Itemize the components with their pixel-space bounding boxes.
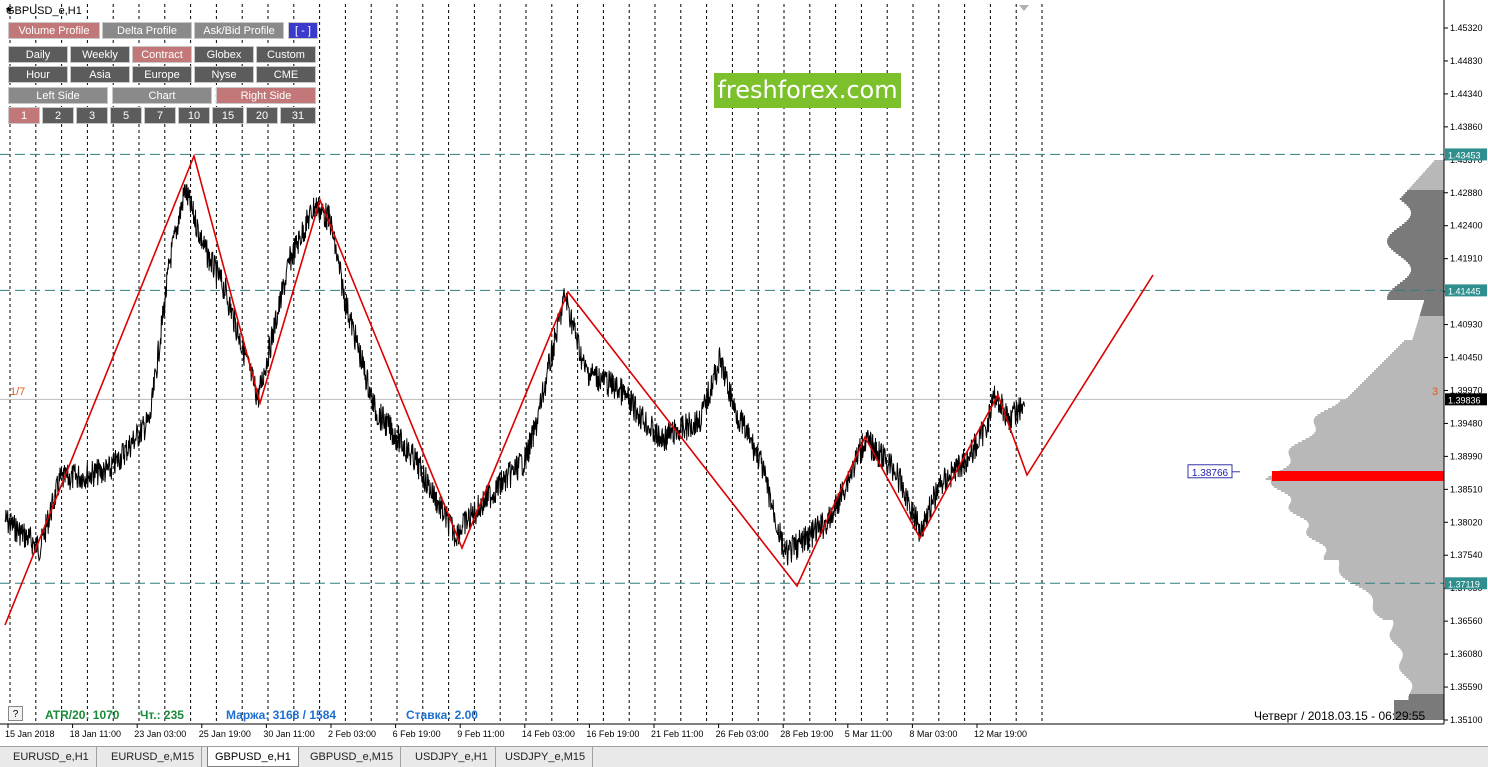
panel-button-right-side[interactable]: Right Side [216, 87, 316, 104]
time-tick-label: 8 Mar 03:00 [909, 729, 957, 739]
time-tick-label: 28 Feb 19:00 [780, 729, 833, 739]
chart-tab-eurusd-e-m15[interactable]: EURUSD_e,M15 [104, 747, 203, 767]
price-tick-label: 1.39480 [1450, 418, 1483, 428]
time-tick-label: 18 Jan 11:00 [70, 729, 121, 739]
panel-button-left-side[interactable]: Left Side [8, 87, 108, 104]
panel-button-volume-profile[interactable]: Volume Profile [8, 22, 100, 39]
time-tick-label: 15 Jan 2018 [5, 729, 55, 739]
time-tick-label: 6 Feb 19:00 [393, 729, 441, 739]
price-tick-label: 1.42880 [1450, 188, 1483, 198]
price-tick-label: 1.37540 [1450, 550, 1483, 560]
count-label: 3 [1432, 386, 1439, 398]
time-tick-label: 26 Feb 03:00 [716, 729, 769, 739]
price-tick-label: 1.36080 [1450, 649, 1483, 659]
time-tick-label: 5 Mar 11:00 [845, 729, 892, 739]
price-tag-label: 1.41445 [1448, 286, 1481, 296]
rate-stat: Ставка: 2.00 [406, 708, 478, 722]
panel-button-daily[interactable]: Daily [8, 46, 68, 63]
brand-logo: freshforex.com [714, 73, 901, 108]
panel-button-europe[interactable]: Europe [132, 66, 192, 83]
price-tick-label: 1.40450 [1450, 353, 1483, 363]
atr-stat: ATR/20: 1070 [45, 708, 120, 722]
chart-tab-eurusd-e-h1[interactable]: EURUSD_e,H1 [6, 747, 97, 767]
chart-tabs: EURUSD_e,H1 EURUSD_e,M15 GBPUSD_e,H1 GBPUSD… [0, 746, 1488, 767]
price-tick-label: 1.35590 [1450, 682, 1483, 692]
price-tick-label: 1.44340 [1450, 89, 1483, 99]
datetime-readout: Четверг / 2018.03.15 - 06:29:55 [1254, 709, 1426, 723]
panel-button-cme[interactable]: CME [256, 66, 316, 83]
price-tick-label: 1.41910 [1450, 254, 1483, 264]
panel-button-1[interactable]: 1 [8, 107, 40, 124]
price-tick-label: 1.38990 [1450, 451, 1483, 461]
chart-tab-gbpusd-e-h1[interactable]: GBPUSD_e,H1 [207, 747, 299, 767]
time-tick-label: 2 Feb 03:00 [328, 729, 376, 739]
panel-button-10[interactable]: 10 [178, 107, 210, 124]
panel-button-20[interactable]: 20 [246, 107, 278, 124]
price-line [4, 184, 1025, 566]
chart-tab-usdjpy-e-h1[interactable]: USDJPY_e,H1 [408, 747, 496, 767]
time-tick-label: 14 Feb 03:00 [522, 729, 575, 739]
panel-button-chart[interactable]: Chart [112, 87, 212, 104]
time-tick-label: 12 Mar 19:00 [974, 729, 1027, 739]
price-tick-label: 1.45320 [1450, 23, 1483, 33]
margin-stat: Маржа: 3168 / 1584 [226, 708, 337, 722]
price-tick-label: 1.35100 [1450, 715, 1483, 725]
time-tick-label: 9 Feb 11:00 [457, 729, 504, 739]
panel-button-asia[interactable]: Asia [70, 66, 130, 83]
price-tick-label: 1.38510 [1450, 484, 1483, 494]
panel-button-ask-bid-profile[interactable]: Ask/Bid Profile [194, 22, 284, 39]
panel-button-globex[interactable]: Globex [194, 46, 254, 63]
chart-tab-usdjpy-e-m15[interactable]: USDJPY_e,M15 [498, 747, 594, 767]
panel-button-7[interactable]: 7 [144, 107, 176, 124]
panel-button-[interactable]: [ - ] [288, 22, 318, 39]
panel-button-3[interactable]: 3 [76, 107, 108, 124]
price-tag-label: 1.37119 [1448, 579, 1480, 589]
panel-button-5[interactable]: 5 [110, 107, 142, 124]
price-tag-label: 1.43453 [1448, 150, 1481, 160]
time-tick-label: 23 Jan 03:00 [134, 729, 186, 739]
time-tick-label: 21 Feb 11:00 [651, 729, 703, 739]
help-button[interactable]: ? [8, 706, 23, 721]
chart-tab-gbpusd-e-m15[interactable]: GBPUSD_e,M15 [303, 747, 402, 767]
price-tick-label: 1.40930 [1450, 320, 1483, 330]
window-title: GBPUSD_e,H1 [6, 5, 82, 17]
panel-button-hour[interactable]: Hour [8, 66, 68, 83]
price-tick-label: 1.42400 [1450, 221, 1483, 231]
panel-button-15[interactable]: 15 [212, 107, 244, 124]
panel-button-2[interactable]: 2 [42, 107, 74, 124]
volume-profile [1265, 160, 1444, 720]
panel-button-31[interactable]: 31 [280, 107, 316, 124]
price-tick-label: 1.43860 [1450, 122, 1483, 132]
time-tick-label: 25 Jan 19:00 [199, 729, 251, 739]
panel-button-delta-profile[interactable]: Delta Profile [102, 22, 192, 39]
panel-button-nyse[interactable]: Nyse [194, 66, 254, 83]
panel-button-custom[interactable]: Custom [256, 46, 316, 63]
panel-button-contract[interactable]: Contract [132, 46, 192, 63]
time-tick-label: 16 Feb 19:00 [586, 729, 639, 739]
poc-price-label: 1.38766 [1192, 468, 1229, 479]
price-tag-label: 1.39836 [1448, 395, 1481, 405]
price-tick-label: 1.44830 [1450, 56, 1483, 66]
ch-stat: Чт.: 235 [140, 708, 184, 722]
time-tick-label: 30 Jan 11:00 [263, 729, 314, 739]
panel-button-weekly[interactable]: Weekly [70, 46, 130, 63]
price-tick-label: 1.38020 [1450, 517, 1483, 527]
price-tick-label: 1.36560 [1450, 616, 1483, 626]
fraction-label: 1/7 [10, 386, 26, 398]
